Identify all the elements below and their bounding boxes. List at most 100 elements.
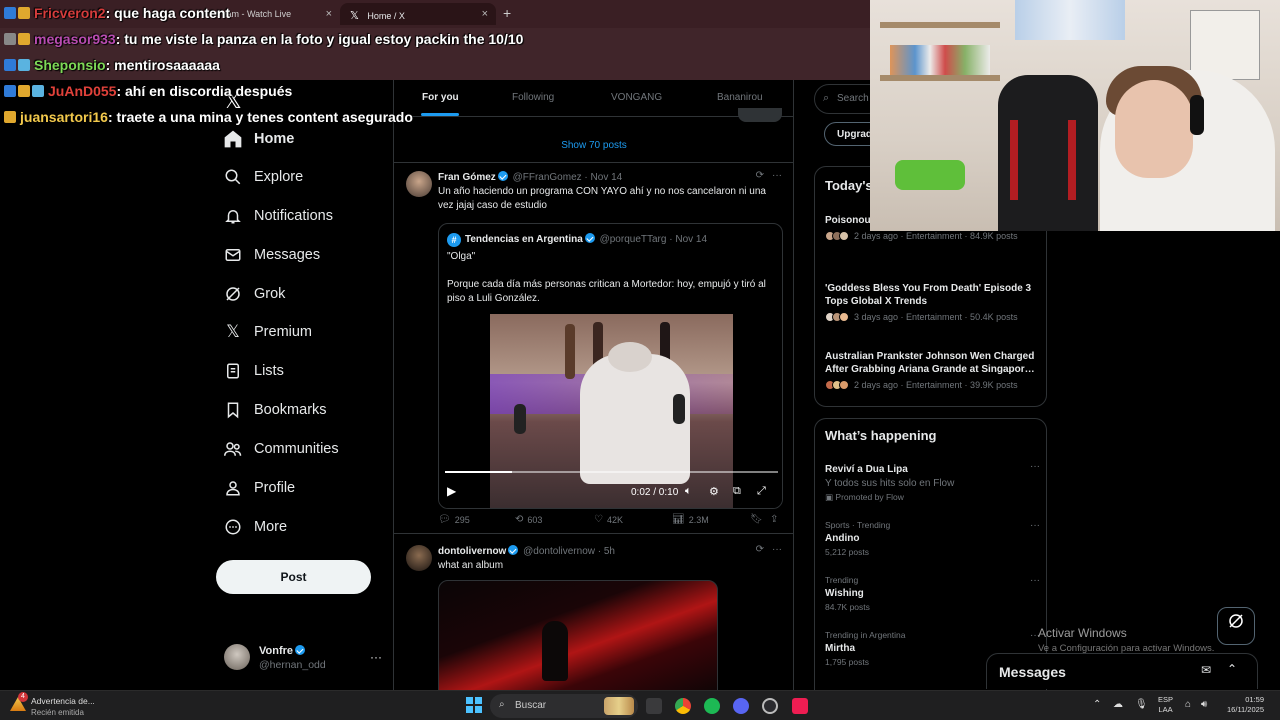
account-handle: @hernan_odd: [259, 659, 326, 671]
more-icon[interactable]: ···: [1030, 520, 1040, 531]
quote-author-name[interactable]: Tendencias en Argentina: [465, 234, 583, 245]
microphone-icon[interactable]: 🎙︎: [1135, 699, 1148, 710]
tweet-author-handle[interactable]: @FFranGomez: [513, 172, 582, 183]
account-switcher[interactable]: Vonfre @hernan_odd ···: [224, 644, 382, 674]
tweet-time[interactable]: 5h: [604, 546, 615, 557]
chat-message: juansartori16: traete a una mina y tenes…: [4, 109, 413, 125]
grok-icon[interactable]: ⟳: [756, 170, 764, 181]
grok-fab-button[interactable]: [1217, 607, 1255, 645]
sidebar-item-label: Grok: [254, 286, 286, 302]
chat-username: JuAnD055: [48, 83, 117, 99]
tab-for-you[interactable]: For you: [422, 92, 459, 103]
tweet-author-handle[interactable]: @dontolivernow: [523, 546, 595, 557]
play-icon[interactable]: ▶: [447, 484, 456, 498]
grok-icon[interactable]: ⟳: [756, 544, 764, 555]
pip-icon[interactable]: ⧉: [733, 485, 741, 498]
spotify-icon[interactable]: [704, 698, 720, 714]
trend-item[interactable]: Trending Wishing 84.7K posts ···: [825, 575, 1040, 612]
language-code: ESP: [1158, 695, 1174, 704]
tiktok-icon[interactable]: [792, 698, 808, 714]
sidebar-item-lists[interactable]: Lists: [222, 356, 284, 386]
new-message-icon[interactable]: ✉︎: [1201, 663, 1211, 677]
obs-icon[interactable]: [762, 698, 778, 714]
chat-message: Sheponsio: mentirosaaaaaa: [4, 57, 220, 73]
repost-button[interactable]: ⟲ 603: [515, 514, 542, 525]
share-button[interactable]: ⇪: [770, 514, 782, 525]
sidebar-item-premium[interactable]: 𝕏 Premium: [222, 317, 312, 347]
task-view-icon[interactable]: [646, 698, 662, 714]
person-icon: [222, 477, 244, 499]
trend-item[interactable]: Sports · Trending Andino 5,212 posts ···: [825, 520, 1040, 557]
tab-bananirou[interactable]: Bananirou: [717, 92, 763, 103]
tweet[interactable]: dontolivernow @dontolivernow · 5h ⟳ ··· …: [394, 535, 793, 690]
news-item[interactable]: Australian Prankster Johnson Wen Charged…: [825, 350, 1040, 390]
tweet-author-name[interactable]: dontolivernow: [438, 546, 506, 557]
tweet-time[interactable]: Nov 14: [591, 172, 623, 183]
system-clock[interactable]: 01:59 16/11/2025: [1222, 695, 1264, 715]
more-icon[interactable]: ···: [370, 650, 382, 664]
chrome-icon[interactable]: [675, 698, 691, 714]
tab-label: Home / X: [367, 11, 405, 21]
avatar[interactable]: [406, 545, 432, 571]
show-new-posts-button[interactable]: Show 70 posts: [394, 129, 793, 163]
quote-header: Tendencias en Argentina @porqueTTarg · N…: [465, 233, 707, 245]
search-icon: ⌕: [823, 92, 830, 104]
messages-drawer[interactable]: Messages ✉︎ ⌃: [986, 653, 1258, 689]
post-button[interactable]: Post: [216, 560, 371, 594]
bookmark-button[interactable]: 🔖︎: [750, 514, 767, 525]
sidebar-item-grok[interactable]: Grok: [222, 279, 285, 309]
badge-icon: [18, 7, 30, 19]
sidebar-item-notifications[interactable]: Notifications: [222, 201, 333, 231]
new-tab-button[interactable]: +: [503, 5, 511, 21]
quoted-tweet[interactable]: # Tendencias en Argentina @porqueTTarg ·…: [438, 223, 783, 509]
network-icon[interactable]: ⌂: [1185, 699, 1191, 710]
close-icon[interactable]: ×: [482, 8, 488, 20]
discord-icon[interactable]: [733, 698, 749, 714]
trend-category: Trending in Argentina: [825, 630, 906, 640]
like-button[interactable]: ♡ 42K: [594, 514, 623, 525]
cloud-icon[interactable]: ☁︎: [1113, 699, 1123, 710]
video-progress-bar[interactable]: [445, 471, 778, 473]
more-icon[interactable]: ···: [772, 170, 782, 181]
sidebar-item-messages[interactable]: Messages: [222, 240, 320, 270]
sidebar-item-profile[interactable]: Profile: [222, 473, 295, 503]
tweet-author-name[interactable]: Fran Gómez: [438, 172, 496, 183]
news-title: 'Goddess Bless You From Death' Episode 3…: [825, 283, 1032, 307]
language-indicator[interactable]: ESP LAA: [1158, 695, 1173, 715]
trend-item[interactable]: Reviví a Dua Lipa Y todos sus hits solo …: [825, 461, 1040, 503]
video-player[interactable]: ▶ 0:02 / 0:10 🔈︎ ⚙︎ ⧉ ⤢: [439, 314, 782, 508]
volume-icon[interactable]: 🔈︎: [685, 485, 692, 498]
tab-following[interactable]: Following: [512, 92, 554, 103]
sidebar-item-explore[interactable]: Explore: [222, 162, 303, 192]
avatar-stack: [825, 312, 849, 322]
chevron-up-icon[interactable]: ⌃: [1093, 699, 1101, 710]
more-icon[interactable]: ···: [772, 544, 782, 555]
settings-icon[interactable]: ⚙︎: [709, 485, 719, 498]
account-name-row: Vonfre: [259, 645, 307, 657]
news-item[interactable]: 'Goddess Bless You From Death' Episode 3…: [825, 282, 1040, 322]
fullscreen-icon[interactable]: ⤢: [757, 485, 766, 498]
sidebar-item-communities[interactable]: Communities: [222, 434, 339, 464]
feed-tabs: For you Following VONGANG Bananirou: [394, 80, 793, 117]
avatar[interactable]: [406, 171, 432, 197]
sidebar-item-label: Messages: [254, 247, 321, 263]
reply-count: 295: [454, 514, 470, 525]
chevron-up-icon[interactable]: ⌃: [1227, 662, 1237, 676]
sidebar-item-home[interactable]: Home: [222, 124, 294, 154]
close-icon[interactable]: ×: [326, 8, 332, 20]
windows-start-icon[interactable]: [466, 697, 482, 713]
tab-home-x[interactable]: 𝕏 Home / X ×: [340, 3, 496, 25]
more-icon[interactable]: ···: [1030, 461, 1040, 472]
sidebar-item-more[interactable]: More: [222, 512, 287, 542]
reply-button[interactable]: 💬︎ 295: [438, 514, 470, 525]
sidebar-item-bookmarks[interactable]: Bookmarks: [222, 395, 327, 425]
more-icon[interactable]: ···: [1030, 575, 1040, 586]
tweet-image[interactable]: [438, 580, 718, 690]
tab-vongang[interactable]: VONGANG: [611, 92, 662, 103]
volume-icon[interactable]: 🔊︎: [1201, 699, 1207, 710]
taskbar-search-input[interactable]: ⌕ Buscar: [490, 694, 638, 718]
views-button[interactable]: 📊︎ 2.3M: [672, 514, 709, 525]
repost-count: 603: [527, 514, 543, 525]
trend-category: Trending: [825, 575, 859, 585]
tweet[interactable]: Fran Gómez @FFranGomez · Nov 14 ⟳ ··· Un…: [394, 164, 793, 534]
